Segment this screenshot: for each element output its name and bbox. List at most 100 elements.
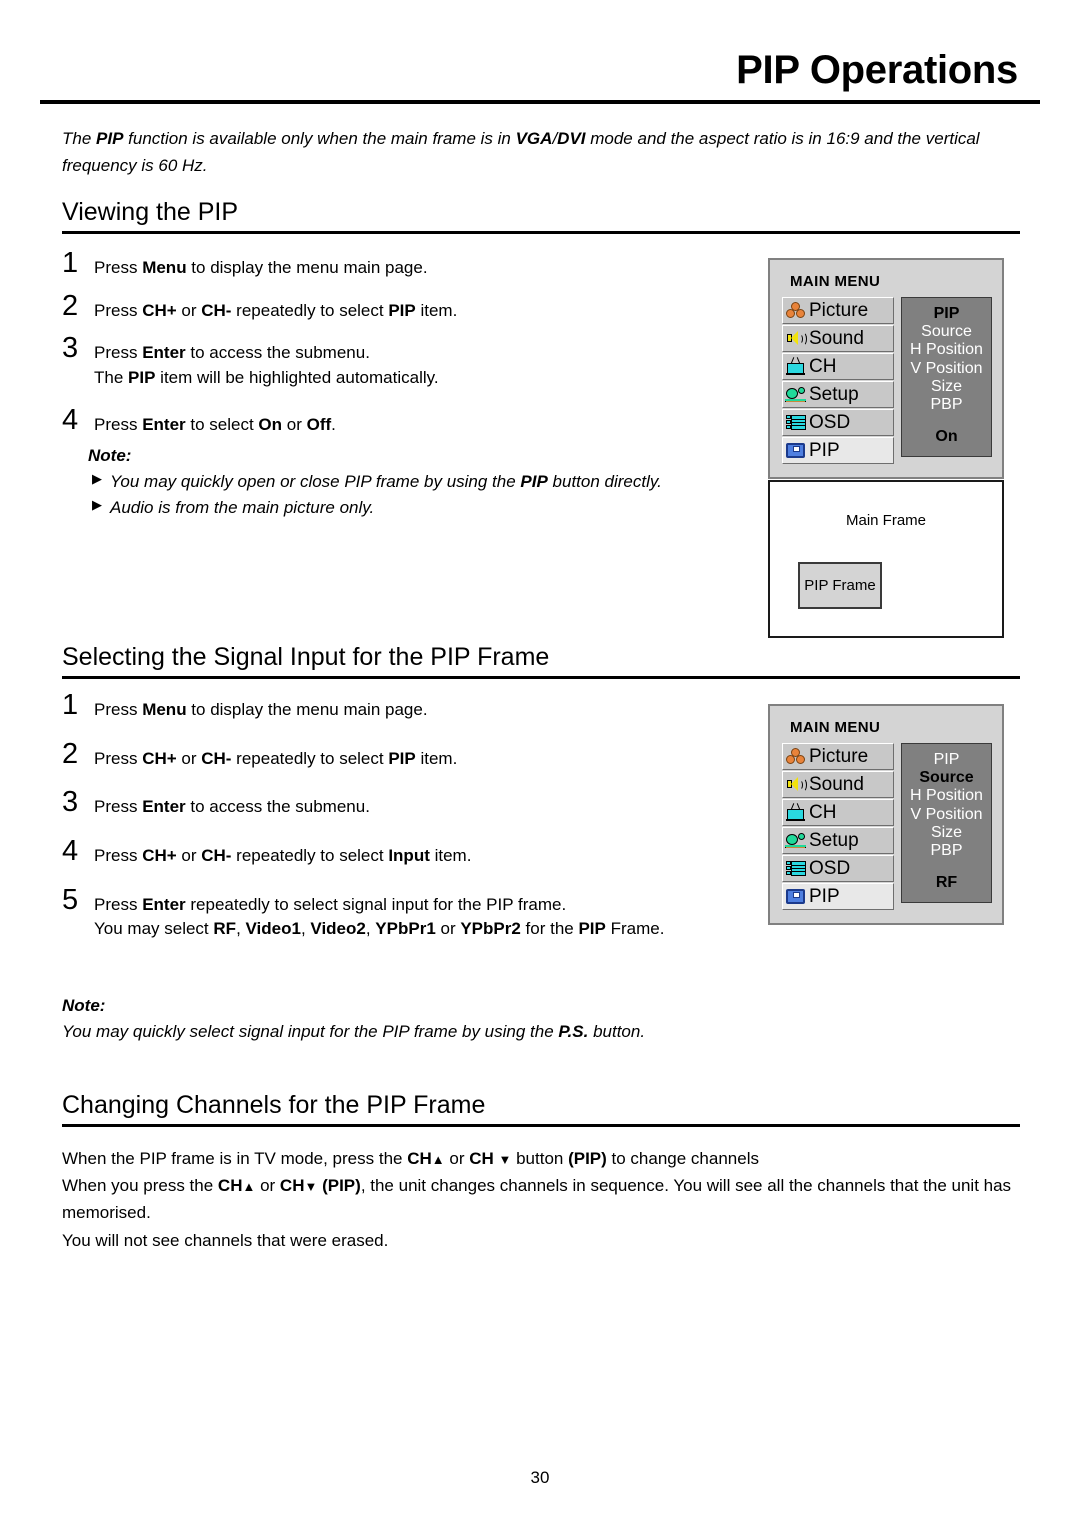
intro-term-pip: PIP xyxy=(96,129,124,148)
submenu-row-pip[interactable]: PIP xyxy=(906,751,987,769)
line2-c: or xyxy=(255,1176,280,1196)
submenu-row-source[interactable]: Source xyxy=(906,323,987,341)
value-on: On xyxy=(258,414,283,434)
osd-item-picture[interactable]: Picture xyxy=(782,743,894,770)
triangle-bullet-icon: ▶ xyxy=(92,497,102,513)
step-text-a: Press xyxy=(94,414,143,434)
intro-paragraph: The PIP function is available only when … xyxy=(62,126,992,180)
key-pip: PIP xyxy=(128,367,156,387)
step-text-a: Press xyxy=(94,894,143,914)
sound-icon xyxy=(785,775,807,794)
osd-item-setup[interactable]: Setup xyxy=(782,827,894,854)
section-divider-1 xyxy=(62,231,1020,234)
frame-diagram: Main Frame PIP Frame xyxy=(768,480,1004,638)
steps-list-signal-input: 1 Press Menu to display the menu main pa… xyxy=(62,691,722,960)
step-item: 1 Press Menu to display the menu main pa… xyxy=(62,691,722,723)
step-text: Press Enter to select On or Off. xyxy=(94,413,722,438)
step-text-d: The xyxy=(94,367,129,387)
osd-item-ch[interactable]: CH xyxy=(782,799,894,826)
step-text-a: Press xyxy=(94,700,143,719)
key-ps: P.S. xyxy=(558,1022,589,1041)
section-heading-viewing-pip: Viewing the PIP xyxy=(62,198,239,226)
osd-menu-item-list: Picture Sound CH Setup OSD PIP xyxy=(782,743,894,911)
step-text-line2: You may select RF, Video1, Video2, YPbPr… xyxy=(94,917,722,942)
title-divider xyxy=(40,100,1040,104)
osd-icon xyxy=(785,413,807,432)
submenu-row-v-position[interactable]: V Position xyxy=(906,806,987,824)
submenu-row-h-position[interactable]: H Position xyxy=(906,787,987,805)
osd-item-sound[interactable]: Sound xyxy=(782,771,894,798)
arrow-up-icon: ▲ xyxy=(431,1152,445,1167)
step-number: 1 xyxy=(62,247,79,279)
osd-item-pip[interactable]: PIP xyxy=(782,883,894,910)
step-text-g: item. xyxy=(415,300,458,320)
page-number: 30 xyxy=(530,1468,550,1487)
note-bullet: ▶ Audio is from the main picture only. xyxy=(88,495,728,521)
submenu-row-h-position[interactable]: H Position xyxy=(906,341,987,359)
key-ch: CH xyxy=(469,1149,499,1168)
step-text: Press CH+ or CH- repeatedly to select PI… xyxy=(94,299,722,324)
sep4: or xyxy=(435,919,461,939)
arrow-down-icon: ▼ xyxy=(498,1152,512,1167)
changing-channels-text: When the PIP frame is in TV mode, press … xyxy=(62,1145,1012,1254)
osd-item-ch[interactable]: CH xyxy=(782,353,894,380)
step-text-f: item will be highlighted automatically. xyxy=(155,367,439,387)
key-pip: PIP xyxy=(520,472,548,491)
step-text: Press Menu to display the menu main page… xyxy=(94,256,722,281)
key-ch: CH xyxy=(217,1176,243,1196)
osd-item-label: CH xyxy=(809,356,837,377)
key-ch-minus: CH- xyxy=(201,300,232,320)
line1-c: or xyxy=(444,1149,470,1168)
osd-menu-item-list: Picture Sound CH Setup OSD PIP xyxy=(782,297,894,465)
submenu-row-pip[interactable]: PIP xyxy=(906,305,987,323)
line2-a: When you press the xyxy=(62,1176,218,1196)
step-item: 5 Press Enter repeatedly to select signa… xyxy=(62,885,722,942)
note-block-signal-input: Note: You may quickly select signal inpu… xyxy=(62,996,1002,1045)
step-text-g: item. xyxy=(415,748,458,768)
osd-item-label: Picture xyxy=(809,300,869,321)
intro-term-dvi: DVI xyxy=(557,129,586,148)
key-enter: Enter xyxy=(142,414,186,434)
step-text: Press Enter to access the submenu. The P… xyxy=(94,341,722,390)
step-text: Press Enter repeatedly to select signal … xyxy=(94,893,722,942)
sep1: , xyxy=(236,919,246,939)
step-text-line1: Press Enter to access the submenu. xyxy=(94,341,722,366)
osd-item-label: Picture xyxy=(809,746,869,767)
intro-mid1: function is available only when the main… xyxy=(123,129,516,148)
osd-item-pip[interactable]: PIP xyxy=(782,437,894,464)
manual-page: PIP Operations The PIP function is avail… xyxy=(0,0,1080,1527)
key-ch-plus: CH+ xyxy=(142,845,177,865)
osd-item-sound[interactable]: Sound xyxy=(782,325,894,352)
submenu-selected-value: RF xyxy=(935,874,958,892)
step-text-c: to access the submenu. xyxy=(185,343,370,363)
osd-item-picture[interactable]: Picture xyxy=(782,297,894,324)
key-pip: PIP xyxy=(578,919,606,939)
step-text-a: Press xyxy=(94,258,143,277)
osd-item-osd[interactable]: OSD xyxy=(782,855,894,882)
key-ch-plus: CH+ xyxy=(142,300,177,320)
osd-item-osd[interactable]: OSD xyxy=(782,409,894,436)
main-frame-label: Main Frame xyxy=(845,512,927,529)
source-video2: Video2 xyxy=(310,919,366,939)
step-text: Press CH+ or CH- repeatedly to select In… xyxy=(94,844,722,869)
submenu-row-pbp[interactable]: PBP xyxy=(906,842,987,860)
note-text-a: You may quickly open or close PIP frame … xyxy=(110,472,521,491)
osd-item-label: Sound xyxy=(809,774,864,795)
submenu-row-source[interactable]: Source xyxy=(906,769,987,787)
step-item: 2 Press CH+ or CH- repeatedly to select … xyxy=(62,291,722,324)
submenu-row-v-position[interactable]: V Position xyxy=(906,360,987,378)
step-text-a: Press xyxy=(94,797,143,817)
sep5: for the xyxy=(520,919,579,939)
osd-item-label: OSD xyxy=(809,858,851,879)
source-ypbpr1: YPbPr1 xyxy=(375,919,436,939)
osd-item-setup[interactable]: Setup xyxy=(782,381,894,408)
submenu-row-size[interactable]: Size xyxy=(906,378,987,396)
note-text-c: button. xyxy=(588,1022,646,1041)
submenu-row-pbp[interactable]: PBP xyxy=(906,396,987,414)
submenu-row-size[interactable]: Size xyxy=(906,824,987,842)
line1-e: button xyxy=(511,1149,569,1168)
step-text-c: or xyxy=(176,845,202,865)
key-pip-paren: (PIP) xyxy=(568,1149,607,1168)
osd-item-label: Setup xyxy=(809,384,859,405)
step-number: 3 xyxy=(62,786,79,819)
